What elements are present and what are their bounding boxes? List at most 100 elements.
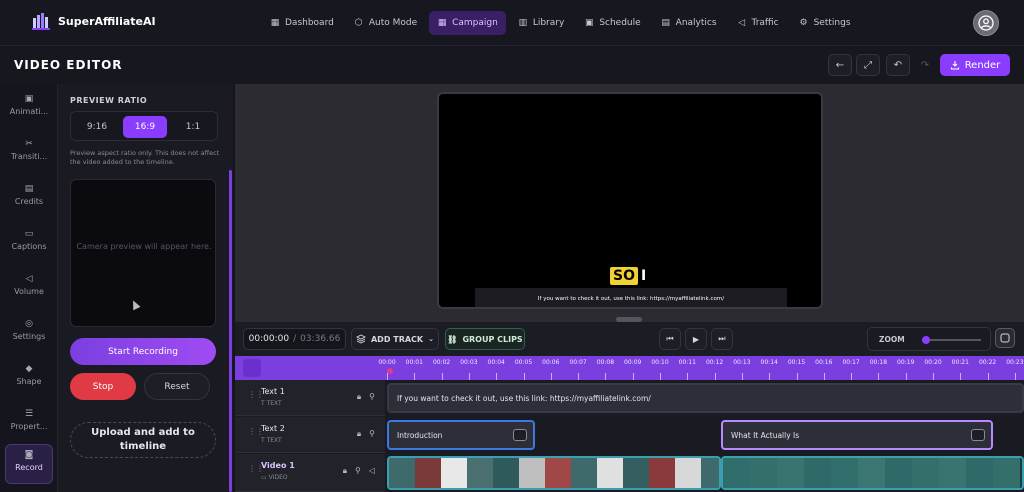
video-thumbnail — [858, 458, 885, 488]
video-preview[interactable]: SO I If you want to check it out, use th… — [437, 92, 823, 309]
lock-icon[interactable]: 🔒︎ — [357, 392, 361, 402]
ratio-16-9[interactable]: 16:9 — [123, 116, 167, 138]
play-button[interactable]: ▶ — [685, 328, 707, 350]
tick-mark — [687, 373, 689, 380]
nav-label: Schedule — [599, 18, 641, 28]
clip-options-icon[interactable] — [971, 429, 985, 441]
scissors-icon: ✂ — [25, 139, 33, 149]
tick-mark — [796, 373, 798, 380]
nav-library[interactable]: ▥ Library — [510, 11, 572, 35]
tool-credits[interactable]: ▤ Credits — [0, 184, 58, 206]
ratio-9-16[interactable]: 9:16 — [75, 116, 119, 138]
tick-mark — [523, 373, 525, 380]
tool-animati[interactable]: ▣ Animati... — [0, 94, 58, 116]
tick-label: 00:23 — [1006, 359, 1024, 366]
start-recording-button[interactable]: Start Recording — [70, 338, 216, 365]
track-header-text2[interactable]: ⋮⋮ Text 2 T TEXT 🔒︎ ⚲ — [235, 417, 385, 453]
video-clip[interactable] — [387, 456, 721, 490]
render-button[interactable]: Render — [940, 54, 1010, 76]
back-button[interactable]: ← — [828, 54, 852, 76]
tool-label: Settings — [12, 332, 46, 341]
skip-back-icon: ⏮ — [666, 334, 674, 343]
tick-mark — [905, 373, 907, 380]
camera-preview: Camera preview will appear here. — [70, 179, 216, 327]
zoom-label: ZOOM — [879, 335, 905, 344]
tool-propert[interactable]: ☰ Propert... — [0, 409, 58, 431]
text-clip-what-it-is[interactable]: What It Actually Is — [721, 420, 993, 450]
track-type: T TEXT — [261, 437, 282, 444]
tool-settings[interactable]: ◎ Settings — [0, 319, 58, 341]
tool-transiti[interactable]: ✂ Transiti... — [0, 139, 58, 161]
lane-text1: If you want to check it out, use this li… — [387, 380, 1024, 416]
nav-traffic[interactable]: ◁ Traffic — [729, 11, 787, 35]
tool-volume[interactable]: ◁ Volume — [0, 274, 58, 296]
track-name: Video 1 — [261, 461, 295, 470]
fit-timeline-button[interactable] — [995, 328, 1015, 348]
track-header-video1[interactable]: ⋮⋮ Video 1 ▭ VIDEO 🔒︎ ⚲ ◁ — [235, 454, 385, 492]
tick-label: 00:00 — [378, 359, 396, 366]
track-type: ▭ VIDEO — [261, 474, 288, 481]
fit-icon — [1000, 333, 1010, 343]
nav-campaign[interactable]: ▦ Campaign — [429, 11, 506, 35]
nav-auto-mode[interactable]: ⬡ Auto Mode — [346, 11, 425, 35]
video-thumbnail — [885, 458, 912, 488]
text-clip[interactable]: If you want to check it out, use this li… — [387, 383, 1024, 413]
tick-mark — [414, 373, 416, 380]
add-track-button[interactable]: ADD TRACK ⌄ — [351, 328, 439, 350]
text-clip-introduction[interactable]: Introduction — [387, 420, 535, 450]
group-clips-button[interactable]: ⛓ GROUP CLIPS — [445, 328, 525, 350]
skip-back-button[interactable]: ⏮ — [659, 328, 681, 350]
video-clip[interactable] — [721, 456, 1024, 490]
pin-icon[interactable]: ⚲ — [369, 429, 375, 439]
lock-icon[interactable]: 🔒︎ — [357, 429, 361, 439]
undo-button[interactable]: ↶ — [886, 54, 910, 76]
tool-label: Shape — [16, 377, 42, 386]
tick-label: 00:02 — [432, 359, 451, 366]
time-separator: / — [293, 334, 297, 344]
video-thumbnail — [623, 458, 649, 488]
tool-label: Propert... — [10, 422, 48, 431]
time-ruler[interactable]: 00:00 00:01 00:02 00:03 00:04 00:05 00:06 00:07… — [235, 356, 1024, 380]
nav-dashboard[interactable]: ▦ Dashboard — [262, 11, 342, 35]
panel-scrollbar[interactable] — [229, 170, 232, 492]
volume-icon[interactable]: ◁ — [369, 466, 375, 476]
layers-icon[interactable] — [243, 359, 261, 377]
tick-mark — [441, 373, 443, 380]
pin-icon[interactable]: ⚲ — [369, 392, 375, 402]
tool-shape[interactable]: ◆ Shape — [0, 364, 58, 386]
tool-captions[interactable]: ▭ Captions — [0, 229, 58, 251]
pin-icon[interactable]: ⚲ — [355, 466, 361, 476]
tick-mark — [632, 373, 634, 380]
tool-record[interactable]: ◙ Record — [5, 444, 53, 484]
clip-options-icon[interactable] — [513, 429, 527, 441]
video-thumbnail — [519, 458, 545, 488]
tick-label: 00:11 — [678, 359, 696, 366]
app-logo[interactable]: SuperAffiliateAI — [30, 10, 156, 32]
nav-schedule[interactable]: ▣ Schedule — [576, 11, 648, 35]
preview-area: SO I If you want to check it out, use th… — [235, 84, 1024, 322]
user-avatar[interactable] — [973, 10, 999, 36]
zoom-slider[interactable] — [921, 336, 981, 344]
lock-icon[interactable]: 🔒︎ — [343, 466, 347, 476]
track-header-text1[interactable]: ⋮⋮ Text 1 T TEXT 🔒︎ ⚲ — [235, 380, 385, 416]
nav-settings[interactable]: ⚙ Settings — [791, 11, 859, 35]
video-thumbnail — [441, 458, 467, 488]
timecode-display: 00:00:00 / 03:36.66 — [243, 328, 346, 350]
grid-icon: ▦ — [437, 17, 447, 28]
video-thumbnail — [831, 458, 858, 488]
gear-icon: ⚙ — [799, 17, 808, 28]
upload-to-timeline-button[interactable]: Upload and add to timeline — [70, 422, 216, 458]
skip-forward-button[interactable]: ⏭ — [711, 328, 733, 350]
cube-icon: ⬡ — [354, 17, 363, 28]
nav-analytics[interactable]: ▤ Analytics — [653, 11, 725, 35]
ratio-1-1[interactable]: 1:1 — [171, 116, 215, 138]
video-thumbnail — [597, 458, 623, 488]
reset-button[interactable]: Reset — [144, 373, 210, 400]
volume-icon: ◁ — [25, 274, 33, 284]
tick-mark — [496, 373, 498, 380]
redo-button[interactable]: ↷ — [913, 54, 937, 76]
zoom-knob[interactable] — [921, 336, 930, 344]
stop-button[interactable]: Stop — [70, 373, 136, 400]
fullscreen-button[interactable]: ⤢ — [856, 54, 880, 76]
total-time: 03:36.66 — [300, 334, 341, 344]
